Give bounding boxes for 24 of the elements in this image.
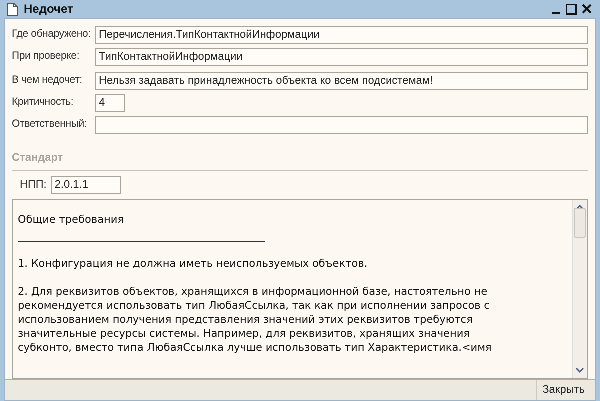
input-field[interactable]: ТипКонтактнойИнформации — [95, 48, 588, 66]
document-paragraph: 1. Конфигурация не должна иметь неиспользуемых объектов. — [18, 257, 369, 271]
close-button[interactable]: Закрыть — [536, 380, 591, 400]
field-label: В чем недочет: — [12, 73, 84, 88]
section-title: Стандарт — [12, 152, 64, 164]
input-field[interactable]: Нельзя задавать принадлежность объекта ко всем подсистемам! — [95, 72, 588, 90]
document-paragraph: 2. Для реквизитов объектов, хранящихся в информационной базе, настоятельно не рекомендуется использовать тип ЛюбаяСсылка, так как при исполнении запросов с использованием получения представления значений этих реквизитов требуются значительные ресурсы системы. Например, для реквизитов, хранящих значения субконто, вместо типа ЛюбаяСсылка лучше использовать тип Характеристика.<имя — [18, 285, 493, 355]
window-title: Недочет — [24, 1, 74, 18]
field-label: Критичность: — [12, 95, 75, 110]
field-label: При проверке: — [12, 49, 81, 64]
field-label: НПП: — [20, 178, 47, 193]
input-field[interactable]: Перечисления.ТипКонтактнойИнформации — [95, 26, 588, 44]
close-icon[interactable] — [582, 4, 592, 14]
scrollbar[interactable] — [572, 200, 587, 378]
input-field[interactable]: 4 — [95, 94, 125, 112]
maximize-icon[interactable] — [566, 4, 577, 14]
input-field[interactable]: 2.0.1.1 — [50, 176, 121, 194]
scroll-down-icon[interactable] — [576, 368, 584, 373]
document-icon — [7, 2, 18, 16]
field-label: Где обнаружено: — [12, 27, 92, 42]
document-heading: Общие требования — [18, 213, 126, 227]
scroll-thumb[interactable] — [574, 208, 586, 238]
input-field[interactable] — [95, 116, 588, 134]
field-label: Ответственный: — [12, 117, 88, 132]
